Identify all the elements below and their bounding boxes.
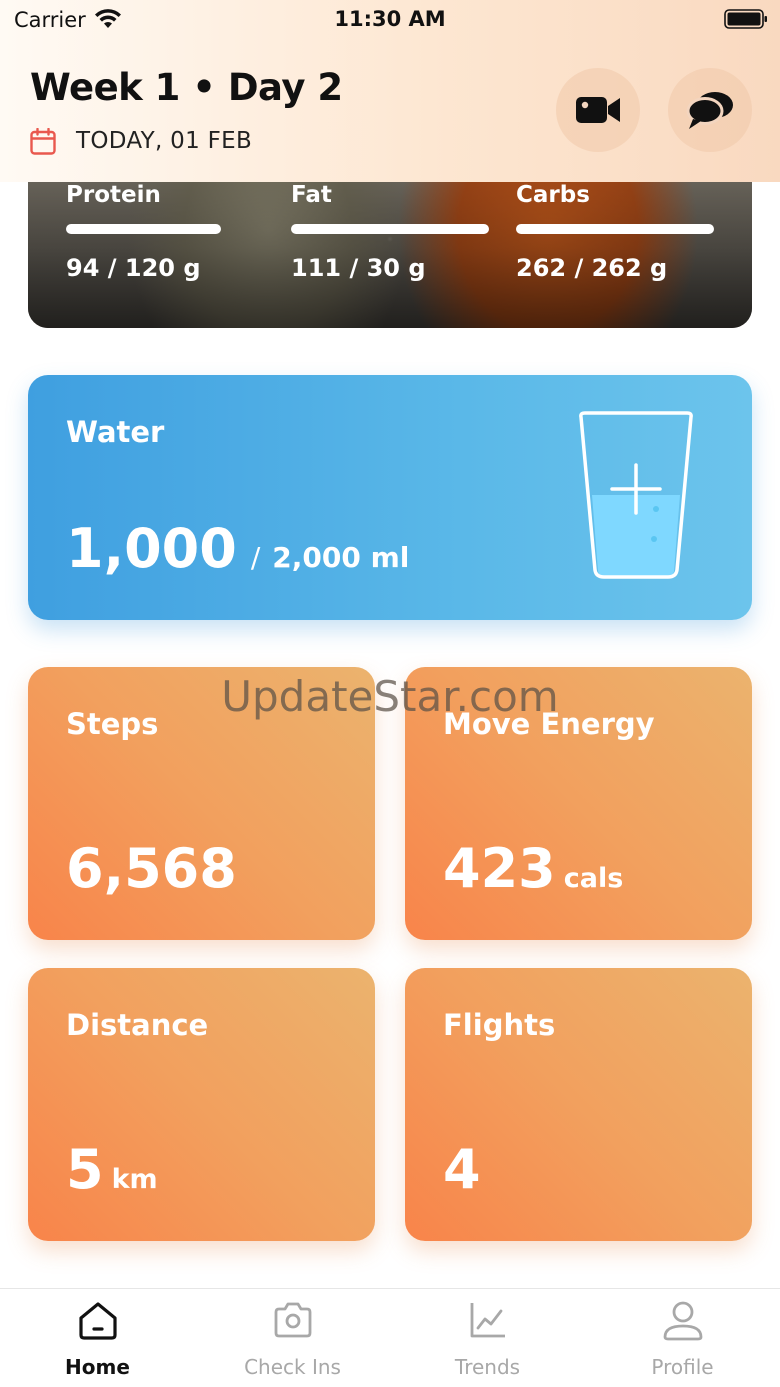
tab-profile[interactable]: Profile: [585, 1289, 780, 1387]
chart-icon: [470, 1303, 505, 1338]
move-energy-value: 423: [443, 837, 556, 900]
page-title: Week 1 • Day 2: [30, 66, 343, 109]
macro-progress-bar: [516, 224, 714, 234]
date-label[interactable]: TODAY, 01 FEB: [76, 128, 252, 154]
distance-unit: km: [111, 1164, 158, 1195]
camera-icon: [274, 1302, 312, 1338]
tab-label: Check Ins: [244, 1355, 341, 1379]
water-goal: 2,000 ml: [272, 541, 410, 574]
distance-tile[interactable]: Distance 5 km: [28, 968, 375, 1241]
flights-tile[interactable]: Flights 4: [405, 968, 752, 1241]
tab-trends[interactable]: Trends: [390, 1289, 585, 1387]
flights-value-group: 4: [443, 1138, 481, 1201]
macro-value: 111 / 30 g: [291, 254, 426, 282]
video-camera-icon: [576, 97, 620, 123]
tab-label: Home: [65, 1355, 130, 1379]
add-water-glass-icon[interactable]: [576, 411, 696, 583]
steps-value: 6,568: [66, 837, 237, 900]
home-icon: [79, 1302, 117, 1340]
battery-icon: [724, 9, 767, 29]
water-card[interactable]: Water 1,000 / 2,000 ml: [28, 375, 752, 620]
chat-button[interactable]: [668, 68, 752, 152]
macro-label: Carbs: [516, 182, 590, 208]
distance-title: Distance: [66, 1008, 209, 1042]
tab-bar: Home Check Ins Trends Profile: [0, 1288, 780, 1387]
macro-label: Protein: [66, 182, 161, 208]
header: Carrier 11:30 AM Week 1 • Day 2 TODAY, 0…: [0, 0, 780, 182]
water-title: Water: [66, 415, 165, 449]
distance-value-group: 5 km: [66, 1138, 158, 1201]
tab-home[interactable]: Home: [0, 1289, 195, 1387]
macro-progress-bar: [66, 224, 221, 234]
person-icon: [663, 1301, 703, 1341]
calendar-icon: [30, 128, 56, 155]
tab-label: Trends: [454, 1355, 521, 1379]
macro-fat: Fat 111 / 30 g: [291, 182, 491, 282]
macro-protein: Protein 94 / 120 g: [66, 182, 266, 282]
watermark: UpdateStar.com: [221, 672, 559, 721]
tab-label: Profile: [651, 1355, 714, 1379]
water-current: 1,000: [66, 517, 237, 580]
macro-progress-bar: [291, 224, 489, 234]
macro-value: 94 / 120 g: [66, 254, 201, 282]
move-energy-unit: cals: [563, 863, 624, 894]
video-call-button[interactable]: [556, 68, 640, 152]
chat-bubbles-icon: [686, 92, 733, 129]
tab-check-ins[interactable]: Check Ins: [195, 1289, 390, 1387]
water-amount: 1,000 / 2,000 ml: [66, 517, 409, 580]
water-separator: /: [250, 541, 261, 574]
flights-title: Flights: [443, 1008, 556, 1042]
steps-value-group: 6,568: [66, 837, 237, 900]
move-energy-value-group: 423 cals: [443, 837, 623, 900]
status-time: 11:30 AM: [334, 7, 446, 31]
flights-value: 4: [443, 1138, 481, 1201]
status-bar: Carrier 11:30 AM: [0, 0, 780, 40]
macro-label: Fat: [291, 182, 332, 208]
macro-value: 262 / 262 g: [516, 254, 668, 282]
macro-carbs: Carbs 262 / 262 g: [516, 182, 716, 282]
distance-value: 5: [66, 1138, 104, 1201]
